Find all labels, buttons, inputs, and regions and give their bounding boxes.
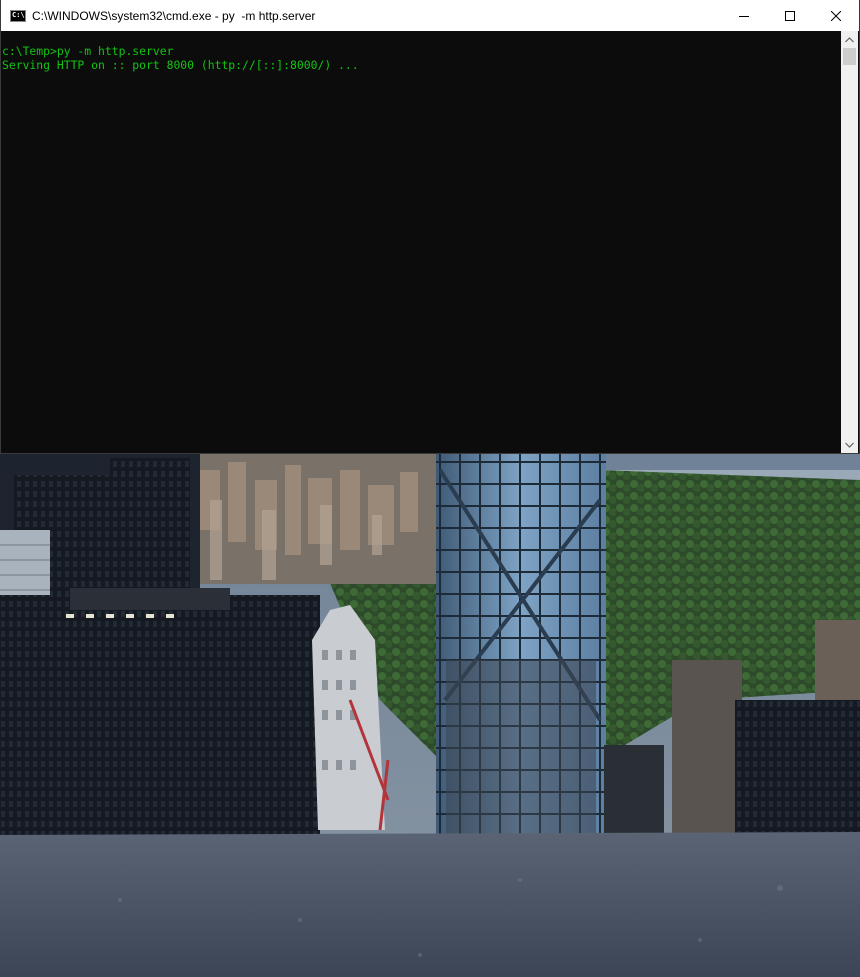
scroll-down-button[interactable] xyxy=(841,436,858,453)
maximize-button[interactable] xyxy=(767,0,813,31)
cmd-window: C:\ C:\WINDOWS\system32\cmd.exe - py -m … xyxy=(0,0,860,454)
close-button[interactable] xyxy=(813,0,859,31)
scroll-up-button[interactable] xyxy=(841,31,858,48)
window-title: C:\WINDOWS\system32\cmd.exe - py -m http… xyxy=(32,8,316,23)
minimize-button[interactable] xyxy=(721,0,767,31)
window-titlebar[interactable]: C:\ C:\WINDOWS\system32\cmd.exe - py -m … xyxy=(1,0,859,31)
console-line-output: Serving HTTP on :: port 8000 (http://[::… xyxy=(2,58,359,72)
cmd-app-icon[interactable]: C:\ xyxy=(10,9,26,22)
scrollbar-thumb[interactable] xyxy=(843,48,856,65)
app-icon-glyph: C:\ xyxy=(12,10,25,19)
window-controls xyxy=(721,0,859,31)
close-icon xyxy=(831,10,841,21)
chevron-up-icon xyxy=(845,36,854,42)
vertical-scrollbar[interactable] xyxy=(841,31,858,453)
chevron-down-icon xyxy=(845,442,854,448)
minimize-icon xyxy=(739,15,749,17)
console-output[interactable]: c:\Temp>py -m http.server Serving HTTP o… xyxy=(2,31,841,453)
console-line-command: c:\Temp>py -m http.server xyxy=(2,44,174,58)
maximize-icon xyxy=(785,10,795,21)
